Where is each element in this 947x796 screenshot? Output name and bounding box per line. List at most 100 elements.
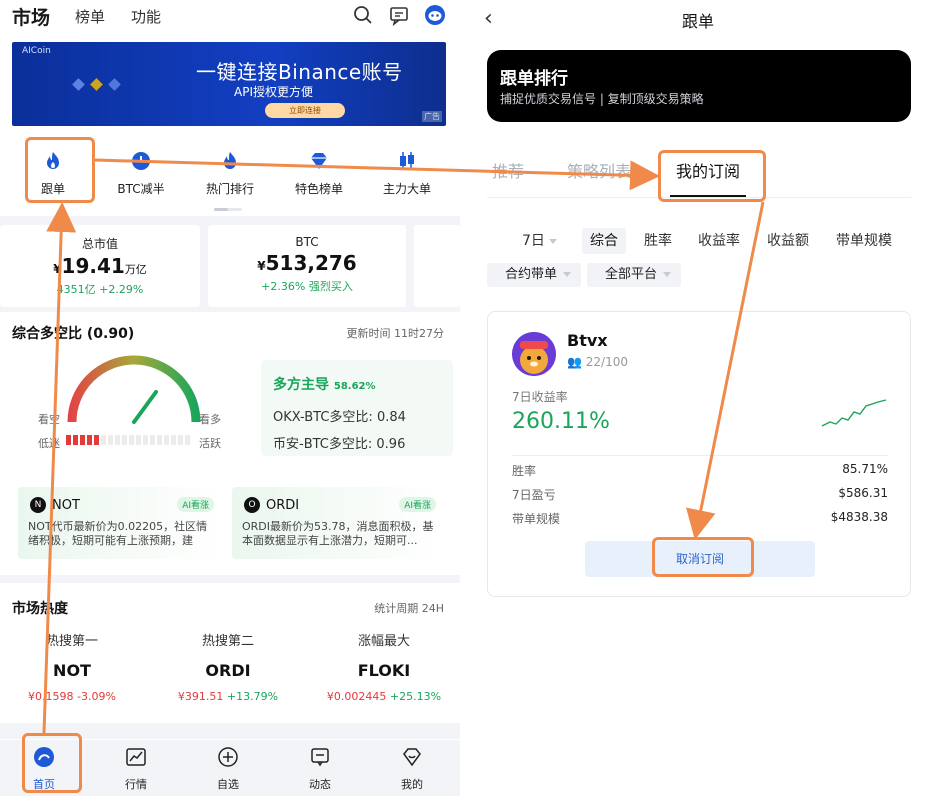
copy-trading-screen: ‹ 跟单 跟单排行 捕捉优质交易信号 | 复制顶级交易策略 推荐 策略列表 我的…	[472, 0, 947, 796]
clock-icon	[132, 152, 150, 170]
market-cap-change: 4351亿 +2.29%	[56, 283, 144, 296]
not-coin-icon: N	[30, 497, 46, 513]
tab-features[interactable]: 功能	[131, 6, 161, 27]
gauge-label-bearish: 看空	[38, 413, 60, 426]
highlight-unsubscribe	[652, 537, 754, 577]
chevron-down-icon	[548, 238, 557, 244]
chart-icon	[126, 748, 146, 766]
menu-item-hot-rank[interactable]: 热门排行	[185, 144, 275, 197]
menu-label: BTC减半	[117, 182, 165, 196]
long-dominance-box[interactable]: 多方主导 58.62% OKX-BTC多空比: 0.84 币安-BTC多空比: …	[261, 360, 453, 456]
ai-card-ordi[interactable]: O ORDI AI看涨 ORDI最新价为53.78，消息面积极，基本面数据显示有上…	[232, 487, 444, 559]
page-title[interactable]: 市场	[12, 3, 50, 30]
sort-overall[interactable]: 综合	[582, 228, 626, 254]
roi-value: 260.11%	[512, 409, 610, 434]
next-stat-card[interactable]	[414, 225, 460, 307]
stat-aum: 带单规模 $4838.38	[512, 510, 888, 526]
stat-7d-pnl: 7日盈亏 $586.31	[512, 486, 888, 502]
leaderboard-hero[interactable]: 跟单排行 捕捉优质交易信号 | 复制顶级交易策略	[487, 50, 911, 122]
ai-card-not[interactable]: N NOT AI看涨 NOT代币最新价为0.02205，社区情绪积极，短期可能有上…	[18, 487, 222, 559]
top-bar: 市场 榜单 功能	[0, 0, 460, 34]
gauge-label-low: 低迷	[38, 437, 60, 450]
heat-symbol: NOT	[53, 661, 91, 680]
ad-label: 广告	[422, 111, 442, 122]
highlight-copy-trading	[25, 137, 95, 203]
heat-title: 市场热度	[12, 601, 68, 617]
period-select[interactable]: 7日	[514, 228, 565, 254]
tab-feed[interactable]: 动态	[290, 746, 350, 792]
menu-label: 特色榜单	[294, 182, 343, 196]
heat-symbol: FLOKI	[357, 661, 411, 680]
menu-label: 热门排行	[205, 182, 254, 196]
tab-mine[interactable]: 我的	[382, 746, 442, 792]
heat-label: 热搜第二	[201, 634, 254, 649]
followers-icon: 👥	[567, 355, 582, 369]
menu-item-btc-halving[interactable]: BTC减半	[96, 144, 186, 197]
promo-banner[interactable]: AICoin 一键连接Binance账号 API授权更方便 立即连接 广告	[12, 42, 446, 126]
ai-card-coin: N NOT	[30, 497, 80, 513]
banner-logo: AICoin	[22, 46, 51, 56]
heat-price: ¥391.51 +13.79%	[177, 690, 279, 703]
market-cap-card[interactable]: 总市值 ¥19.41万亿 4351亿 +2.29%	[0, 225, 200, 307]
heat-col-top-gainer[interactable]: 涨幅最大 FLOKI ¥0.002445 +25.13%	[309, 630, 459, 703]
binance-logo-icon	[72, 78, 121, 91]
roi-sparkline	[821, 399, 887, 427]
long-dominance-label: 多方主导 58.62%	[273, 377, 376, 393]
roi-label: 7日收益率	[512, 390, 568, 404]
heat-label: 涨幅最大	[357, 634, 410, 649]
search-icon[interactable]	[352, 4, 374, 26]
tab-strategy-list[interactable]: 策略列表	[567, 158, 631, 182]
binance-ratio: 币安-BTC多空比: 0.96	[273, 437, 406, 452]
screenshot-root: 市场 榜单 功能 AICoin 一键连接Binance账号 API授权更方便 立…	[0, 0, 947, 796]
gauge-label-bullish: 看多	[199, 413, 221, 426]
banner-connect-button[interactable]: 立即连接	[265, 103, 345, 118]
candlestick-icon	[400, 152, 414, 170]
ordi-coin-icon: O	[244, 497, 260, 513]
tab-market[interactable]: 行情	[106, 746, 166, 792]
heat-col-second-search[interactable]: 热搜第二 ORDI ¥391.51 +13.79%	[153, 630, 303, 703]
hero-title: 跟单排行	[500, 69, 568, 89]
sentiment-title: 综合多空比 (0.90)	[12, 326, 135, 342]
ai-card-text: ORDI最新价为53.78，消息面积极，基本面数据显示有上涨潜力，短期可...	[242, 520, 434, 547]
market-cap-title: 总市值	[81, 237, 118, 251]
menu-item-whale-orders[interactable]: 主力大单	[362, 144, 452, 197]
market-cap-value: ¥19.41万亿	[53, 254, 147, 278]
message-icon[interactable]	[388, 4, 410, 26]
banner-subline: API授权更方便	[234, 85, 313, 99]
topbar-actions	[352, 4, 446, 26]
ai-card-coin: O ORDI	[244, 497, 299, 513]
gauge-label-active: 活跃	[199, 437, 221, 450]
banner-headline: 一键连接Binance账号	[196, 60, 403, 84]
tab-watchlist[interactable]: 自选	[198, 746, 258, 792]
chevron-down-icon	[663, 272, 672, 277]
tab-rankings[interactable]: 榜单	[75, 6, 105, 27]
avatar	[512, 332, 556, 376]
heat-period: 统计周期 24H	[374, 602, 444, 615]
flame-icon	[224, 152, 236, 169]
heat-symbol: ORDI	[205, 661, 251, 680]
heat-label: 热搜第一	[45, 634, 98, 649]
profile-icon[interactable]	[424, 4, 446, 26]
sort-roi[interactable]: 收益率	[690, 228, 748, 254]
sort-aum[interactable]: 带单规模	[828, 228, 900, 254]
btc-price-card[interactable]: BTC ¥513,276 +2.36% 强烈买入	[208, 225, 406, 307]
card-divider	[512, 455, 888, 456]
hero-subtitle: 捕捉优质交易信号 | 复制顶级交易策略	[500, 92, 704, 106]
menu-pager	[214, 208, 242, 211]
okx-ratio: OKX-BTC多空比: 0.84	[273, 410, 406, 425]
sort-win-rate[interactable]: 胜率	[636, 228, 680, 254]
heat-price: ¥0.1598 -3.09%	[28, 690, 116, 703]
sort-pnl[interactable]: 收益额	[759, 228, 817, 254]
ai-card-text: NOT代币最新价为0.02205，社区情绪积极，短期可能有上涨预期，建议...	[28, 520, 208, 547]
ai-bullish-badge: AI看涨	[399, 497, 436, 512]
tab-recommended[interactable]: 推荐	[492, 158, 524, 182]
contract-type-select[interactable]: 合约带单	[487, 263, 582, 287]
tab-label: 行情	[125, 778, 147, 791]
diamond-icon	[311, 153, 327, 169]
menu-item-featured-lists[interactable]: 特色榜单	[274, 144, 364, 197]
tab-label: 动态	[309, 778, 331, 791]
platform-select[interactable]: 全部平台	[587, 263, 682, 287]
heat-col-top-search[interactable]: 热搜第一 NOT ¥0.1598 -3.09%	[0, 630, 147, 703]
heart-diamond-icon	[403, 748, 421, 767]
plus-circle-icon	[218, 747, 238, 767]
